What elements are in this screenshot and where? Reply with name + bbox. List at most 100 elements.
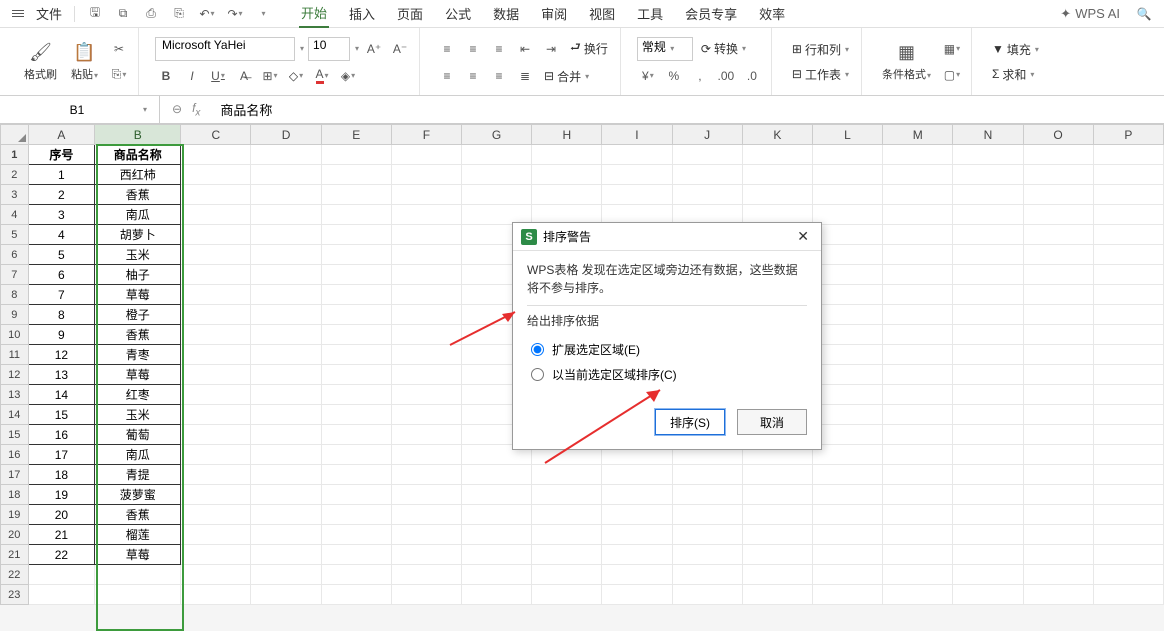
cell[interactable]	[883, 205, 953, 225]
tab-start[interactable]: 开始	[299, 0, 329, 28]
increase-decimal-icon[interactable]: .00	[715, 65, 737, 87]
cell[interactable]	[672, 465, 742, 485]
file-menu[interactable]: 文件	[32, 4, 66, 23]
row-header[interactable]: 14	[1, 405, 29, 425]
cell[interactable]	[321, 145, 391, 165]
cell[interactable]	[812, 325, 882, 345]
cell[interactable]	[1023, 245, 1093, 265]
align-middle-icon[interactable]: ≡	[462, 38, 484, 60]
cell[interactable]: 香蕉	[95, 185, 181, 205]
cell[interactable]	[321, 225, 391, 245]
cell[interactable]	[1093, 525, 1163, 545]
column-header-G[interactable]: G	[462, 125, 532, 145]
cell[interactable]	[251, 445, 321, 465]
cell[interactable]	[1093, 505, 1163, 525]
cell[interactable]	[321, 525, 391, 545]
cell[interactable]: 玉米	[95, 405, 181, 425]
underline-button[interactable]: U▾	[207, 65, 229, 87]
cell[interactable]	[532, 145, 602, 165]
convert-button[interactable]: ⟳ 转换▾	[697, 38, 750, 59]
cell[interactable]	[1093, 365, 1163, 385]
cell[interactable]	[181, 585, 251, 605]
row-header[interactable]: 5	[1, 225, 29, 245]
cell[interactable]	[391, 325, 461, 345]
column-header-L[interactable]: L	[812, 125, 882, 145]
cell[interactable]	[1093, 565, 1163, 585]
cell[interactable]	[953, 365, 1023, 385]
cell[interactable]	[181, 445, 251, 465]
formula-input[interactable]: 商品名称	[212, 100, 1164, 119]
cell[interactable]	[321, 185, 391, 205]
cell[interactable]: 橙子	[95, 305, 181, 325]
cell[interactable]: 14	[28, 385, 95, 405]
cell[interactable]	[953, 425, 1023, 445]
cell[interactable]	[391, 545, 461, 565]
cell[interactable]	[883, 465, 953, 485]
cancel-formula-icon[interactable]: ⊖	[172, 102, 182, 116]
cell[interactable]	[391, 285, 461, 305]
paste-button[interactable]: 📋 粘贴▾	[67, 34, 102, 90]
cell[interactable]	[742, 465, 812, 485]
cell[interactable]	[532, 485, 602, 505]
cell[interactable]	[532, 465, 602, 485]
cell[interactable]	[812, 285, 882, 305]
cell[interactable]	[1023, 385, 1093, 405]
cell[interactable]	[1023, 465, 1093, 485]
cell[interactable]	[321, 385, 391, 405]
cell[interactable]	[391, 345, 461, 365]
cell[interactable]	[812, 265, 882, 285]
cell[interactable]	[953, 245, 1023, 265]
align-top-icon[interactable]: ≡	[436, 38, 458, 60]
sum-button[interactable]: Σ 求和▾	[988, 64, 1043, 85]
cell[interactable]	[462, 465, 532, 485]
cell[interactable]	[532, 585, 602, 605]
font-name-select[interactable]: Microsoft YaHei	[155, 37, 295, 61]
cell[interactable]	[181, 185, 251, 205]
cell[interactable]	[95, 585, 181, 605]
cell[interactable]	[181, 225, 251, 245]
merge-button[interactable]: ⊟ 合并▾	[540, 66, 593, 87]
cell[interactable]	[883, 485, 953, 505]
column-header-B[interactable]: B	[95, 125, 181, 145]
cell[interactable]	[953, 325, 1023, 345]
cell[interactable]	[321, 345, 391, 365]
cell[interactable]: 13	[28, 365, 95, 385]
cell[interactable]	[883, 365, 953, 385]
cell[interactable]: 21	[28, 525, 95, 545]
cell[interactable]	[95, 565, 181, 585]
cell[interactable]: 22	[28, 545, 95, 565]
chevron-down-icon[interactable]: ▾	[143, 105, 147, 114]
cell[interactable]	[742, 545, 812, 565]
cell[interactable]	[953, 385, 1023, 405]
cell[interactable]	[181, 145, 251, 165]
cell[interactable]	[812, 485, 882, 505]
fill-button[interactable]: ▼ 填充▾	[988, 39, 1043, 60]
italic-button[interactable]: I	[181, 65, 203, 87]
row-header[interactable]: 9	[1, 305, 29, 325]
cell[interactable]	[1093, 545, 1163, 565]
cell[interactable]	[1023, 285, 1093, 305]
cell[interactable]: 青提	[95, 465, 181, 485]
cell[interactable]	[251, 585, 321, 605]
cell[interactable]	[391, 245, 461, 265]
cell[interactable]	[321, 545, 391, 565]
cell[interactable]	[1093, 385, 1163, 405]
name-box[interactable]: B1 ▾	[0, 96, 160, 123]
number-format-select[interactable]: 常规 ▾	[637, 37, 693, 61]
radio-expand-selection[interactable]: 扩展选定区域(E)	[527, 337, 807, 362]
cell[interactable]	[251, 405, 321, 425]
cell[interactable]: 南瓜	[95, 445, 181, 465]
cell[interactable]: 17	[28, 445, 95, 465]
format-painter-button[interactable]: 🖌 格式刷	[20, 34, 61, 90]
cell[interactable]	[391, 225, 461, 245]
font-color-button[interactable]: A▾	[311, 65, 333, 87]
cell[interactable]	[812, 585, 882, 605]
row-header[interactable]: 19	[1, 505, 29, 525]
cell[interactable]	[953, 185, 1023, 205]
cell[interactable]	[602, 485, 672, 505]
cell[interactable]	[812, 185, 882, 205]
cell[interactable]	[181, 265, 251, 285]
cell[interactable]	[251, 345, 321, 365]
chevron-down-icon[interactable]: ▾	[355, 44, 359, 53]
cell[interactable]	[251, 145, 321, 165]
